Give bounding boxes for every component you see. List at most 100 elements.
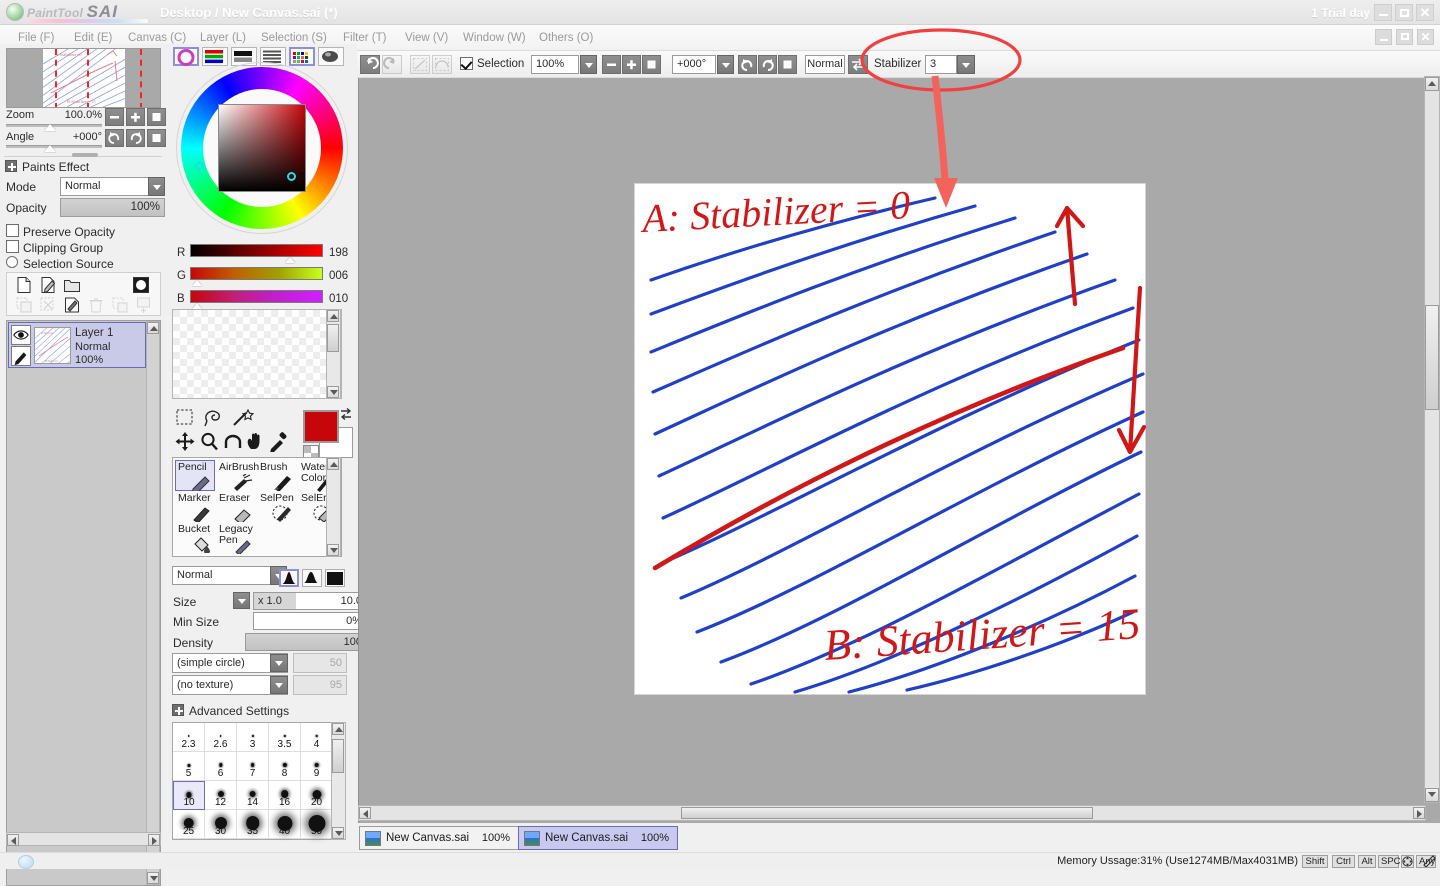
size-preset-5[interactable]: 5 <box>173 752 205 781</box>
brush-edge-shape-1[interactable] <box>279 569 299 587</box>
layer-scroll-up-button[interactable] <box>147 322 159 334</box>
document-minimize-button[interactable] <box>1375 29 1392 45</box>
duplicate-layer-icon[interactable] <box>111 296 129 314</box>
size-preset-10[interactable]: 10 <box>173 781 205 810</box>
nav-zoom-reset-button[interactable] <box>147 108 166 126</box>
magic-wand-icon[interactable] <box>230 407 258 429</box>
nav-rotate-right-button[interactable] <box>126 129 145 147</box>
deselect-button[interactable] <box>410 55 430 74</box>
swatch-scroll-down-button[interactable] <box>327 386 339 398</box>
canvas-scroll-up-button[interactable] <box>1425 77 1439 91</box>
size-preset-14[interactable]: 14 <box>237 781 269 810</box>
angle-value-field[interactable]: +000° <box>672 55 716 74</box>
swatches-tab[interactable] <box>289 47 315 66</box>
canvas-paper[interactable]: A: Stabilizer = 0 B: Stabilizer = 15 <box>634 183 1146 695</box>
selection-checkbox[interactable] <box>460 57 473 70</box>
swatch-scroll-thumb[interactable] <box>327 324 339 352</box>
window-minimize-button[interactable] <box>1374 4 1392 21</box>
nav-zoom-out-button[interactable] <box>105 108 124 126</box>
channel-r-handle[interactable] <box>285 257 295 263</box>
swap-button[interactable] <box>848 55 868 74</box>
brush-eraser[interactable]: Eraser <box>216 491 256 522</box>
size-preset-4[interactable]: 4 <box>301 723 333 752</box>
size-preset-3.5[interactable]: 3.5 <box>269 723 301 752</box>
eyedropper-icon[interactable] <box>266 431 294 453</box>
size-preset-scrollbar[interactable] <box>331 722 346 840</box>
tool-empty-slot-1[interactable] <box>259 407 287 429</box>
brush-selpen[interactable]: SelPen <box>257 491 297 522</box>
sv-cursor[interactable] <box>287 172 296 181</box>
rotate-right-button[interactable] <box>758 55 777 74</box>
rotate-left-button[interactable] <box>738 55 757 74</box>
size-preset-scroll-up-button[interactable] <box>332 723 344 735</box>
channel-b-slider[interactable] <box>190 290 323 303</box>
brush-texture-dropdown[interactable] <box>270 676 288 694</box>
canvas-vscrollbar[interactable] <box>1424 76 1440 803</box>
move-icon[interactable] <box>172 431 200 453</box>
size-preset-40[interactable]: 40 <box>269 810 301 839</box>
new-linework-layer-icon[interactable] <box>39 276 57 294</box>
brush-tool-list[interactable]: Pencil AirBrush Brush Water Color Marker… <box>172 457 342 557</box>
brush-marker[interactable]: Marker <box>175 491 215 522</box>
hue-cursor[interactable] <box>195 162 204 171</box>
zoom-out-button[interactable] <box>602 55 621 74</box>
zoom-dropdown-button[interactable] <box>580 55 597 74</box>
brush-density-slider[interactable]: 100 <box>245 633 367 651</box>
layer-visibility-toggle[interactable] <box>11 325 31 345</box>
layer-list-scrollbar[interactable] <box>146 321 160 885</box>
size-preset-16[interactable]: 16 <box>269 781 301 810</box>
redo-button[interactable] <box>382 55 402 74</box>
canvas-vscroll-thumb[interactable] <box>1425 305 1439 410</box>
nav-zoom-in-button[interactable] <box>126 108 145 126</box>
size-preset-scroll-thumb[interactable] <box>332 739 344 773</box>
paints-effect-expander[interactable] <box>5 160 17 172</box>
brush-size-preset-grid[interactable]: 2.32.633.545678910121416202530354050 <box>172 722 342 840</box>
canvas-scroll-right-button[interactable] <box>1413 807 1425 819</box>
canvas-scroll-down-button[interactable] <box>1425 788 1439 802</box>
selection-source-radio[interactable] <box>6 256 18 268</box>
brush-bucket[interactable]: Bucket <box>175 522 215 553</box>
zoom-in-button[interactable] <box>622 55 641 74</box>
brush-blend-mode-value[interactable]: Normal <box>172 566 272 585</box>
canvas-viewport[interactable]: A: Stabilizer = 0 B: Stabilizer = 15 <box>358 78 1440 823</box>
swatch-scroll-up-button[interactable] <box>327 310 339 322</box>
brush-scroll-up-button[interactable] <box>327 458 339 470</box>
rgb-slider-tab[interactable] <box>202 47 228 66</box>
channel-r-slider[interactable] <box>190 244 323 257</box>
size-preset-50[interactable]: 50 <box>301 810 333 839</box>
size-preset-7[interactable]: 7 <box>237 752 269 781</box>
layer-edit-toggle[interactable] <box>11 346 31 366</box>
nav-rotate-reset-button[interactable] <box>147 129 166 147</box>
brush-texture-amount[interactable]: 95 <box>293 675 347 695</box>
size-preset-8[interactable]: 8 <box>269 752 301 781</box>
window-close-button[interactable]: ✕ <box>1416 4 1434 21</box>
layer-mask-icon[interactable] <box>132 276 150 294</box>
size-preset-30[interactable]: 30 <box>205 810 237 839</box>
channel-g-slider[interactable] <box>190 267 323 280</box>
layer-list[interactable]: A:Stab=0 B:Stab=15 Layer 1 Normal 100% <box>6 320 161 886</box>
menu-view[interactable]: View (V) <box>395 25 458 51</box>
canvas-hscrollbar[interactable] <box>358 805 1426 821</box>
layer-mode-dropdown-button[interactable] <box>148 177 165 196</box>
angle-slider-handle[interactable] <box>44 145 56 152</box>
size-preset-3[interactable]: 3 <box>237 723 269 752</box>
size-preset-12[interactable]: 12 <box>205 781 237 810</box>
document-close-button[interactable]: ✕ <box>1417 29 1434 45</box>
zoom-slider-handle[interactable] <box>44 124 56 131</box>
swap-colors-icon[interactable] <box>339 407 353 421</box>
add-mask-icon[interactable] <box>135 296 153 314</box>
new-folder-icon[interactable] <box>63 276 81 294</box>
invert-selection-button[interactable] <box>432 55 452 74</box>
advanced-settings-expander[interactable] <box>172 704 184 716</box>
color-wheel-tab[interactable] <box>173 47 199 66</box>
size-preset-scroll-down-button[interactable] <box>332 827 344 839</box>
preserve-opacity-checkbox[interactable] <box>6 224 19 237</box>
brush-pencil[interactable]: Pencil <box>175 460 215 491</box>
cut-layer-icon[interactable] <box>39 296 57 314</box>
left-panel-scroll-right-button[interactable] <box>148 834 160 846</box>
brush-shape-amount[interactable]: 50 <box>293 653 347 673</box>
layer-scroll-down-button[interactable] <box>147 872 159 884</box>
brush-edge-shape-4[interactable] <box>327 572 343 585</box>
size-preset-35[interactable]: 35 <box>237 810 269 839</box>
zoom-reset-button[interactable] <box>642 55 661 74</box>
